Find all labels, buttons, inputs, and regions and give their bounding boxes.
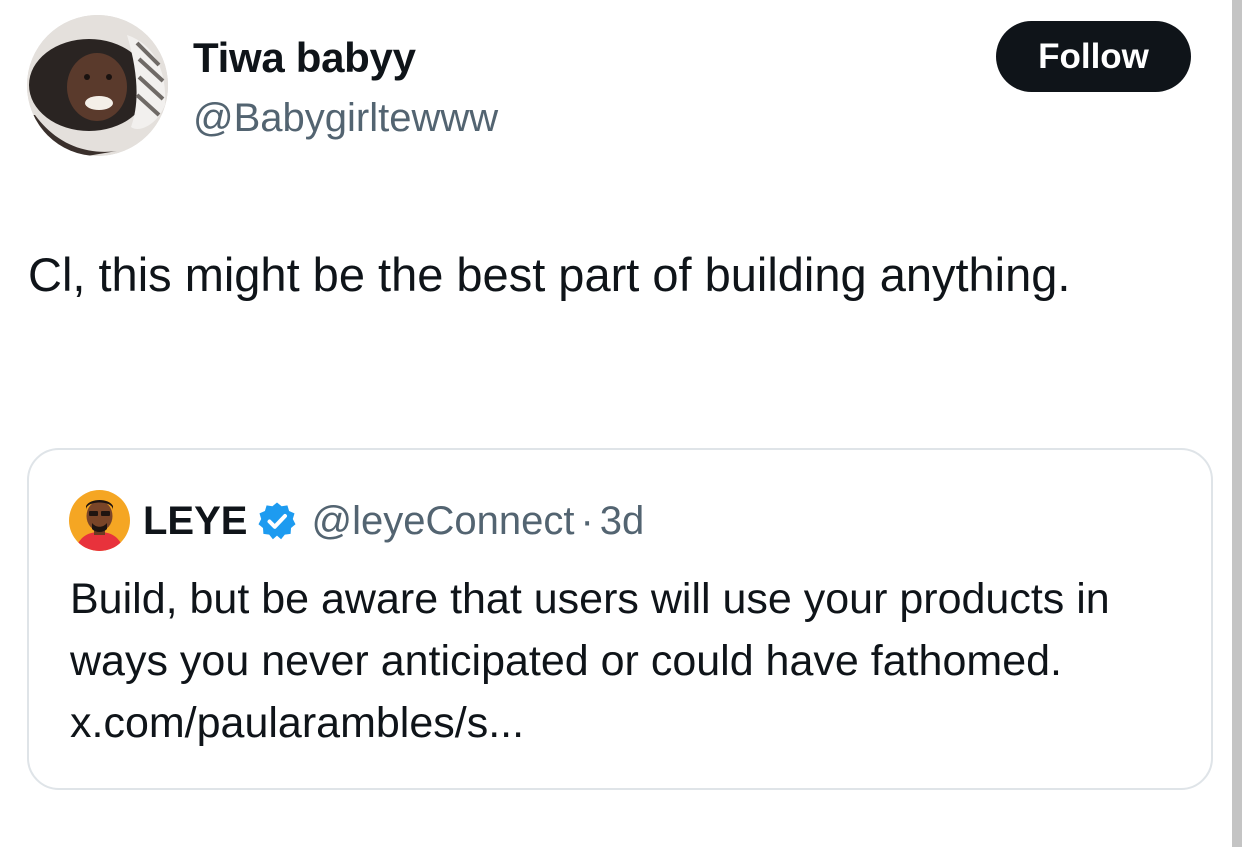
quoted-tweet-header: LEYE @leyeConnect · 3d [143, 494, 644, 548]
tweet-text: Cl, this might be the best part of build… [28, 248, 1071, 301]
author-display-name[interactable]: Tiwa babyy [193, 33, 416, 83]
quoted-tweet-text: Build, but be aware that users will use … [70, 575, 1110, 747]
quoted-tweet-card[interactable]: LEYE @leyeConnect · 3d Build, but be awa… [27, 448, 1213, 790]
separator-dot: · [580, 499, 594, 543]
quoted-author-avatar[interactable] [69, 490, 130, 551]
quoted-author-name[interactable]: LEYE [143, 494, 247, 548]
quoted-author-handle[interactable]: @leyeConnect [311, 494, 574, 548]
author-handle[interactable]: @Babygirltewww [193, 94, 498, 142]
follow-button[interactable]: Follow [996, 21, 1191, 92]
author-avatar[interactable] [27, 15, 168, 156]
quoted-tweet-age[interactable]: 3d [600, 494, 645, 548]
scrollbar-edge[interactable] [1232, 0, 1242, 847]
verified-badge-icon [257, 501, 297, 541]
